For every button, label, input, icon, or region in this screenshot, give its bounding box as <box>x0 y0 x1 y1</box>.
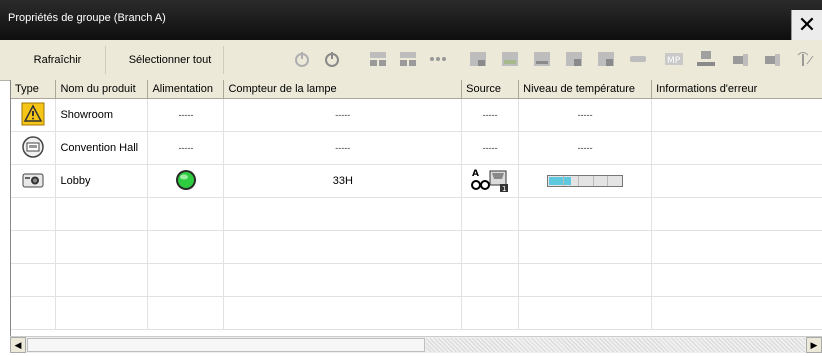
temperature-segment-divider <box>592 176 594 187</box>
col-header-lamp[interactable]: Compteur de la lampe <box>223 80 463 99</box>
power-on-icon[interactable] <box>292 49 312 69</box>
temperature-fill <box>549 177 572 186</box>
col-header-name[interactable]: Nom du produit <box>55 80 149 99</box>
input-1b-icon[interactable] <box>564 49 584 69</box>
error-info <box>651 98 822 132</box>
computer-input-1-icon: A1 <box>461 164 520 198</box>
projector-grid: Type Nom du produit Alimentation Compteu… <box>10 80 822 336</box>
col-header-source[interactable]: Source <box>461 80 520 99</box>
power-status: ----- <box>147 98 225 132</box>
temperature-level-bar <box>547 175 624 188</box>
power-off-icon[interactable] <box>322 49 342 69</box>
scroll-right-arrow-icon[interactable]: ▶ <box>806 337 822 353</box>
scroll-left-arrow-icon[interactable]: ◀ <box>10 337 26 353</box>
temperature-segment-divider <box>607 176 609 187</box>
empty-row <box>11 263 822 297</box>
temperature-value: ----- <box>518 98 653 132</box>
temperature-segment-divider <box>562 176 564 187</box>
horizontal-scrollbar[interactable]: ◀ ▶ <box>10 336 822 353</box>
input-hdmi-icon[interactable] <box>532 49 552 69</box>
window-title: Propriétés de groupe (Branch A) <box>8 12 166 24</box>
input-2b-icon[interactable] <box>596 49 616 69</box>
product-name: Lobby <box>55 164 149 198</box>
input-s-icon[interactable] <box>468 49 488 69</box>
title-bar: Propriétés de groupe (Branch A) ✕ <box>0 0 822 40</box>
input-c1-icon[interactable] <box>730 49 750 69</box>
temperature-value: ----- <box>518 131 653 165</box>
input-2-icon[interactable] <box>398 49 418 69</box>
empty-row <box>11 296 822 330</box>
empty-row <box>11 230 822 264</box>
scroll-track[interactable] <box>426 338 805 352</box>
error-info <box>651 164 822 198</box>
input-mp-icon[interactable]: MP <box>664 49 684 69</box>
lamp-counter: ----- <box>223 98 463 132</box>
scroll-thumb[interactable] <box>27 338 425 352</box>
select-all-button[interactable]: Sélectionner tout <box>117 46 224 74</box>
input-dots-icon[interactable] <box>428 49 448 69</box>
svg-text:MP: MP <box>667 56 681 66</box>
input-1-icon[interactable] <box>368 49 388 69</box>
power-green-icon <box>147 164 225 198</box>
svg-text:A: A <box>472 169 479 179</box>
svg-text:1: 1 <box>502 185 506 193</box>
table-row[interactable]: Lobby 33H A1 <box>11 164 822 198</box>
col-header-temperature[interactable]: Niveau de température <box>518 80 653 99</box>
col-header-type[interactable]: Type <box>11 80 57 99</box>
projector-active-icon <box>11 164 57 198</box>
product-name: Showroom <box>55 98 149 132</box>
close-button[interactable]: ✕ <box>791 10 822 40</box>
col-header-power[interactable]: Alimentation <box>147 80 225 99</box>
warning-projector-icon <box>11 98 57 132</box>
network-icon[interactable] <box>696 49 716 69</box>
source-value: ----- <box>461 131 520 165</box>
temperature-segment-divider <box>577 176 579 187</box>
wireless-icon[interactable] <box>795 49 815 69</box>
col-header-error[interactable]: Informations d'erreur <box>651 80 822 99</box>
projector-table: Type Nom du produit Alimentation Compteu… <box>11 80 822 330</box>
source-value: ----- <box>461 98 520 132</box>
lamp-counter: ----- <box>223 131 463 165</box>
lamp-counter: 33H <box>223 164 463 198</box>
refresh-button[interactable]: Rafraîchir <box>10 46 106 74</box>
toolbar: Rafraîchir Sélectionner tout MP <box>0 40 822 81</box>
error-info <box>651 131 822 165</box>
temperature-bar <box>518 164 653 198</box>
empty-row <box>11 197 822 231</box>
table-row[interactable]: Showroom ----- ----- ----- ----- <box>11 98 822 132</box>
input-bar-icon[interactable] <box>628 49 648 69</box>
input-c2-icon[interactable] <box>762 49 782 69</box>
table-header: Type Nom du produit Alimentation Compteu… <box>11 80 822 99</box>
product-name: Convention Hall <box>55 131 149 165</box>
power-status: ----- <box>147 131 225 165</box>
table-row[interactable]: Convention Hall ----- ----- ----- ----- <box>11 131 822 165</box>
input-video-icon[interactable] <box>500 49 520 69</box>
projector-standby-icon <box>11 131 57 165</box>
